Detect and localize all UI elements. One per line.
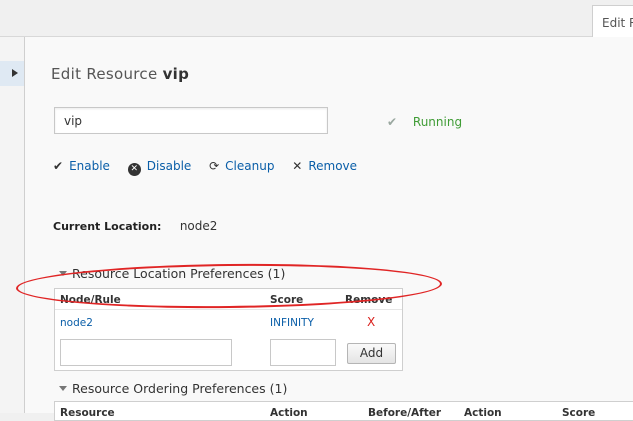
- refresh-icon: ⟳: [209, 159, 220, 173]
- collapse-caret-icon: [59, 386, 67, 391]
- col-action-2: Action: [464, 407, 502, 419]
- row-node[interactable]: node2: [60, 317, 93, 329]
- tab-edit-resource[interactable]: Edit R: [592, 5, 633, 38]
- ordering-prefs-heading-text: Resource Ordering Preferences (1): [72, 381, 288, 396]
- disable-button[interactable]: ✕ Disable: [127, 159, 192, 176]
- action-bar: ✔ Enable ✕ Disable ⟳ Cleanup ✕ Remove: [53, 159, 371, 176]
- cleanup-label: Cleanup: [225, 159, 275, 173]
- page-title-resource: vip: [162, 65, 190, 83]
- col-resource: Resource: [60, 407, 115, 419]
- col-before-after: Before/After: [368, 407, 442, 419]
- col-action: Action: [270, 407, 308, 419]
- header-divider: [55, 309, 402, 310]
- new-score-input[interactable]: [270, 339, 336, 366]
- collapse-caret-icon: [59, 271, 67, 276]
- current-location: Current Location: node2: [53, 219, 217, 233]
- sidebar-item-selected[interactable]: [0, 61, 24, 86]
- cleanup-button[interactable]: ⟳ Cleanup: [209, 159, 274, 173]
- x-circle-icon: ✕: [127, 163, 141, 176]
- ordering-prefs-table: Resource Action Before/After Action Scor…: [54, 401, 633, 421]
- location-prefs-heading-text: Resource Location Preferences (1): [72, 266, 286, 281]
- col-score: Score: [270, 294, 304, 306]
- resource-name-input[interactable]: [54, 107, 328, 134]
- location-prefs-heading[interactable]: Resource Location Preferences (1): [59, 266, 285, 281]
- add-location-button[interactable]: Add: [347, 343, 396, 364]
- caret-right-icon: [12, 69, 18, 77]
- location-prefs-table: Node/Rule Score Remove node2 INFINITY X …: [54, 288, 403, 371]
- remove-button[interactable]: ✕ Remove: [292, 159, 357, 173]
- enable-label: Enable: [69, 159, 110, 173]
- check-icon: ✔: [53, 159, 64, 173]
- new-node-input[interactable]: [60, 339, 232, 366]
- row-score[interactable]: INFINITY: [270, 317, 314, 329]
- page-title: Edit Resource vip: [51, 65, 189, 83]
- current-location-label: Current Location:: [53, 220, 162, 233]
- ordering-prefs-heading[interactable]: Resource Ordering Preferences (1): [59, 381, 287, 396]
- top-bar: Edit R: [0, 0, 633, 38]
- sidebar: [0, 37, 25, 413]
- status-text: Running: [412, 115, 463, 129]
- current-location-value: node2: [179, 219, 218, 233]
- disable-label: Disable: [146, 159, 192, 173]
- row-remove-button[interactable]: X: [367, 315, 375, 329]
- remove-label: Remove: [308, 159, 358, 173]
- page-title-prefix: Edit Resource: [51, 65, 158, 83]
- col-node-rule: Node/Rule: [60, 294, 121, 306]
- edit-resource-panel: Edit Resource vip ✔ Running ✔ Enable ✕ Dis…: [25, 37, 633, 421]
- col-score-2: Score: [562, 407, 596, 419]
- enable-button[interactable]: ✔ Enable: [53, 159, 110, 173]
- col-remove: Remove: [345, 294, 393, 306]
- close-icon: ✕: [292, 159, 303, 173]
- status-indicator: ✔ Running: [387, 115, 462, 129]
- check-icon: ✔: [387, 115, 398, 129]
